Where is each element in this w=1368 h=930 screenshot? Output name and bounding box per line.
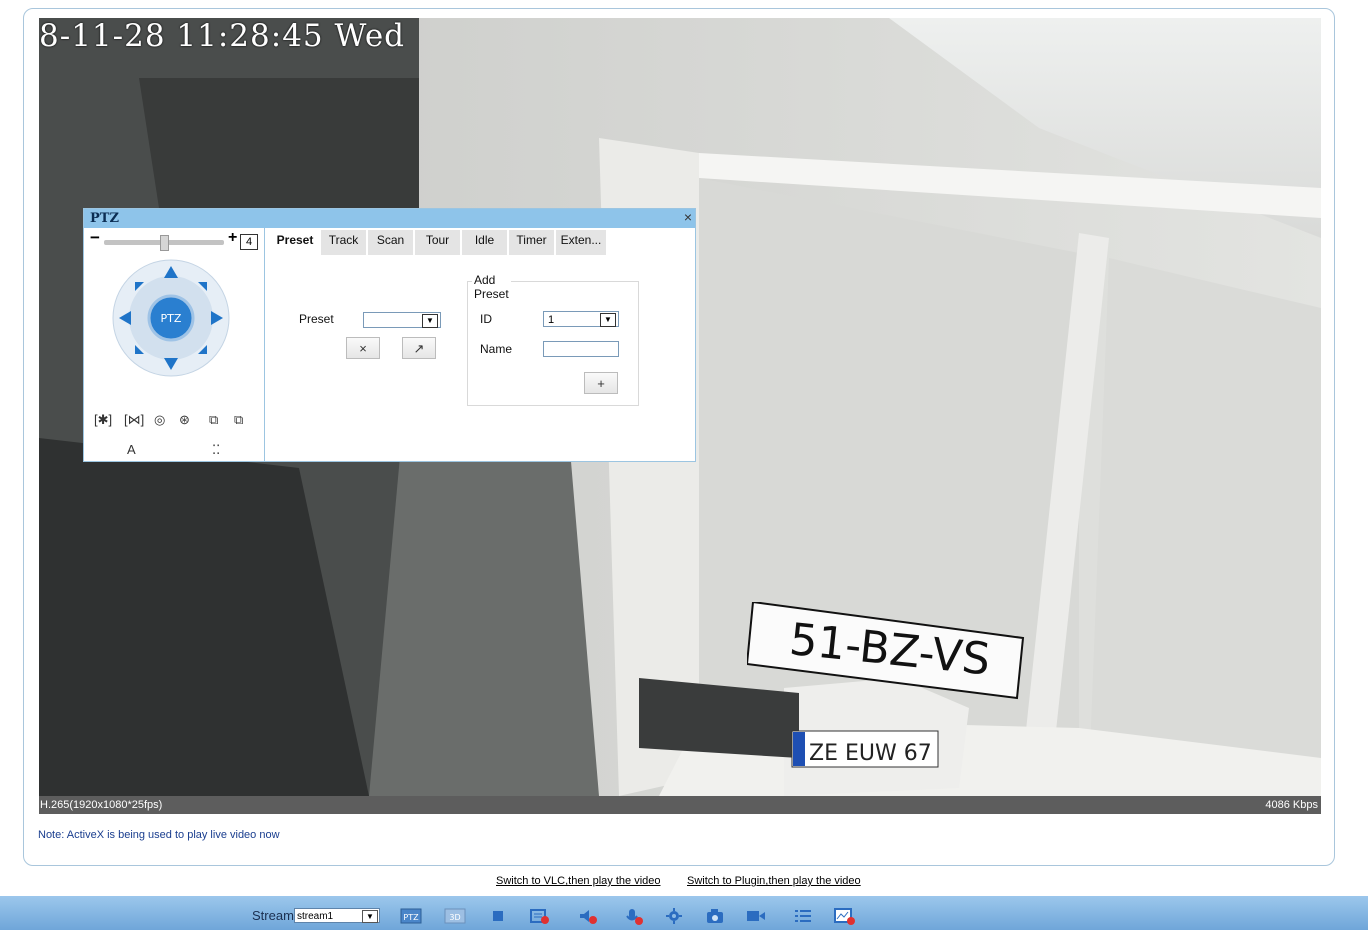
area-zoom-icon[interactable]: ⁚⁚ — [212, 442, 220, 458]
list-icon[interactable] — [794, 908, 812, 924]
license-plate-main: 51-BZ-VS — [747, 602, 1025, 700]
ptz-function-icons: [✱] [⋈] ◎ ⊛ ⧉ ⧉ A ⁚⁚ — [94, 412, 264, 457]
speed-decrease-button[interactable]: − — [90, 228, 100, 248]
ptz-title-bar[interactable]: PTZ × — [84, 209, 695, 228]
switch-plugin-link[interactable]: Switch to Plugin,then play the video — [687, 875, 861, 887]
preset-label: Preset — [299, 312, 334, 326]
delete-preset-button[interactable]: × — [346, 337, 380, 359]
close-icon[interactable]: × — [684, 209, 692, 225]
switch-vlc-link[interactable]: Switch to VLC,then play the video — [496, 875, 660, 887]
preset-select[interactable]: ▼ — [363, 312, 441, 328]
chevron-down-icon: ▼ — [422, 314, 438, 328]
add-preset-legend: Add Preset — [472, 273, 511, 301]
3d-icon[interactable]: 3D — [444, 908, 466, 924]
id-label: ID — [480, 312, 492, 326]
tab-timer[interactable]: Timer — [509, 230, 554, 255]
auto-focus-icon[interactable]: A — [127, 442, 136, 457]
svg-text:3D: 3D — [449, 913, 460, 922]
osd-timestamp: 8-11-28 11:28:45 Wed — [39, 18, 406, 54]
bitrate-info: 4086 Kbps — [1265, 799, 1318, 811]
video-record-icon[interactable] — [746, 908, 765, 924]
bottom-toolbar: Stream stream1 ▼ PTZ 3D — [0, 896, 1368, 930]
mic-muted-icon[interactable] — [624, 908, 643, 925]
speed-slider-thumb[interactable] — [160, 235, 169, 251]
preset-id-select[interactable]: 1 ▼ — [543, 311, 619, 327]
tab-scan[interactable]: Scan — [368, 230, 413, 255]
stop-icon[interactable] — [490, 908, 508, 924]
iris-open-icon[interactable]: ⧉ — [209, 412, 218, 428]
svg-text:PTZ: PTZ — [403, 913, 419, 922]
speed-value: 4 — [240, 234, 258, 250]
image-disabled-icon[interactable] — [834, 908, 855, 925]
video-status-bar: H.265(1920x1080*25fps) 4086 Kbps — [39, 796, 1321, 814]
name-label: Name — [480, 342, 513, 356]
focus-far-icon[interactable]: ⊛ — [179, 412, 190, 428]
stream-label: Stream — [252, 908, 294, 923]
speed-increase-button[interactable]: + — [228, 229, 237, 247]
chevron-down-icon: ▼ — [600, 313, 616, 327]
tab-track[interactable]: Track — [321, 230, 366, 255]
tab-preset[interactable]: Preset — [271, 230, 319, 255]
ptz-dpad[interactable]: PTZ — [111, 258, 231, 378]
plate-small-text: ZE EUW 67 — [809, 741, 932, 766]
activex-note: Note: ActiveX is being used to play live… — [38, 829, 280, 841]
snapshot-icon[interactable] — [706, 908, 724, 924]
license-plate-small: ZE EUW 67 — [791, 730, 939, 768]
ptz-icon[interactable]: PTZ — [400, 908, 422, 924]
add-preset-button[interactable]: + — [584, 372, 618, 394]
speed-slider-row: − + 4 — [90, 228, 260, 251]
stream-select[interactable]: stream1 ▼ — [294, 908, 380, 923]
audio-muted-icon[interactable] — [578, 908, 597, 924]
tab-extension[interactable]: Exten... — [556, 230, 606, 255]
ptz-tabs: Preset Track Scan Tour Idle Timer Exten.… — [266, 228, 694, 255]
record-disabled-icon[interactable] — [530, 908, 549, 924]
focus-near-icon[interactable]: ◎ — [154, 412, 165, 428]
plate-main-text: 51-BZ-VS — [787, 614, 992, 686]
settings-icon[interactable] — [666, 908, 684, 924]
preset-name-input[interactable] — [543, 341, 619, 357]
goto-preset-button[interactable]: ↗ — [402, 337, 436, 359]
zoom-in-icon[interactable]: [✱] — [94, 412, 112, 428]
codec-info: H.265(1920x1080*25fps) — [40, 799, 163, 811]
ptz-center-label: PTZ — [161, 312, 182, 325]
tab-tour[interactable]: Tour — [415, 230, 460, 255]
ptz-panel: PTZ × − + 4 PTZ [✱] [⋈] ◎ ⊛ ⧉ ⧉ A ⁚⁚ Pre… — [83, 208, 696, 462]
ptz-control-area: − + 4 PTZ [✱] [⋈] ◎ ⊛ ⧉ ⧉ A ⁚⁚ — [84, 228, 265, 461]
zoom-out-icon[interactable]: [⋈] — [124, 412, 144, 428]
tab-idle[interactable]: Idle — [462, 230, 507, 255]
ptz-title: PTZ — [90, 211, 119, 226]
iris-close-icon[interactable]: ⧉ — [234, 412, 243, 428]
chevron-down-icon: ▼ — [362, 910, 378, 923]
